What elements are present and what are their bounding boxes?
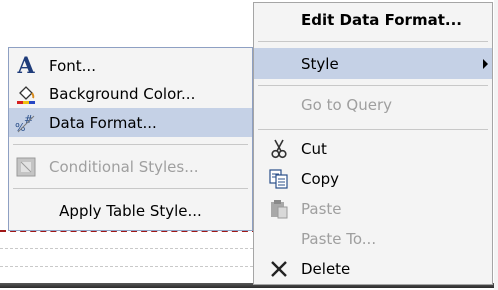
conditional-styles-icon: [15, 156, 37, 178]
menu-item-cut[interactable]: Cut: [254, 133, 492, 164]
grid-line: [0, 266, 258, 267]
submenu-separator: [13, 144, 248, 145]
submenu-item-apply-table-style[interactable]: Apply Table Style...: [9, 196, 252, 225]
submenu-item-label: Conditional Styles...: [49, 157, 199, 176]
submenu-item-data-format[interactable]: % # Data Format...: [9, 108, 252, 137]
style-submenu: A Font... Background Color... % # Data F…: [8, 47, 253, 231]
submenu-item-label: Apply Table Style...: [59, 201, 202, 220]
submenu-item-font[interactable]: A Font...: [9, 51, 252, 80]
font-icon: A: [17, 52, 35, 79]
submenu-separator: [13, 188, 248, 189]
menu-item-label: Copy: [301, 169, 340, 188]
submenu-item-label: Background Color...: [49, 84, 196, 103]
menu-item-copy[interactable]: Copy: [254, 163, 492, 194]
menu-item-label: Edit Data Format...: [301, 10, 462, 29]
submenu-item-label: Font...: [49, 56, 96, 75]
menu-item-delete[interactable]: Delete: [254, 253, 492, 284]
menu-item-label: Paste To...: [301, 229, 377, 248]
menu-item-label: Cut: [301, 139, 327, 158]
menu-item-label: Delete: [301, 259, 351, 278]
data-format-icon: % #: [15, 112, 37, 134]
menu-item-label: Paste: [301, 199, 342, 218]
menu-item-paste[interactable]: Paste: [254, 193, 492, 224]
menu-item-style[interactable]: Style: [254, 48, 492, 79]
submenu-arrow-icon: [483, 59, 488, 69]
grid-line: [0, 248, 258, 249]
scissors-icon: [268, 138, 290, 160]
paste-icon: [268, 198, 290, 220]
copy-icon: [268, 168, 290, 190]
submenu-item-label: Data Format...: [49, 113, 157, 132]
context-menu: Edit Data Format... Style Go to Query Cu…: [253, 2, 493, 285]
menu-separator: [258, 41, 488, 42]
submenu-item-background-color[interactable]: Background Color...: [9, 79, 252, 108]
right-strip: [494, 0, 498, 290]
menu-item-paste-to[interactable]: Paste To...: [254, 223, 492, 254]
menu-item-edit-data-format[interactable]: Edit Data Format...: [254, 4, 492, 35]
menu-separator: [258, 85, 488, 86]
menu-item-label: Style: [301, 54, 339, 73]
menu-item-label: Go to Query: [301, 95, 392, 114]
delete-x-icon: [268, 258, 290, 280]
menu-item-go-to-query[interactable]: Go to Query: [254, 89, 492, 120]
menu-separator: [258, 129, 488, 130]
submenu-item-conditional-styles[interactable]: Conditional Styles...: [9, 152, 252, 181]
paint-bucket-icon: [15, 83, 37, 105]
